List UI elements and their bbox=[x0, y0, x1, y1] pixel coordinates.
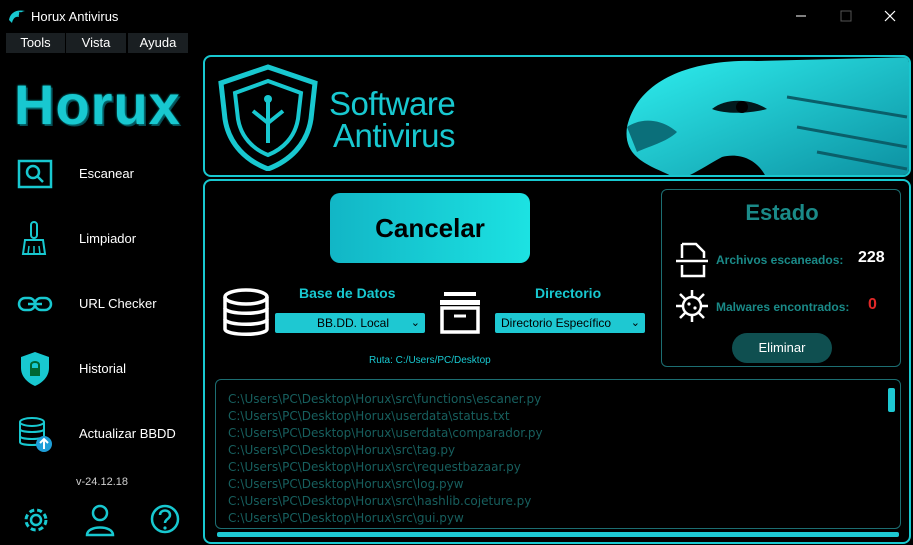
files-scanned-label: Archivos escaneados: bbox=[716, 253, 844, 267]
sidebar-item-url-checker[interactable]: URL Checker bbox=[0, 279, 198, 329]
virus-icon bbox=[676, 290, 708, 322]
scan-icon bbox=[17, 159, 53, 189]
link-icon bbox=[17, 296, 53, 312]
eagle-head-icon bbox=[626, 57, 909, 175]
sidebar: Horux Escanear Limpiador URL Checker His… bbox=[0, 54, 198, 545]
menu-vista[interactable]: Vista bbox=[66, 33, 126, 53]
help-icon[interactable] bbox=[148, 503, 182, 537]
log-line: C:\Users\PC\Desktop\Horux\src\gui.pyw bbox=[228, 511, 464, 525]
database-select[interactable]: BB.DD. Local ⌄ bbox=[275, 313, 425, 333]
directory-title: Directorio bbox=[535, 285, 602, 301]
chevron-down-icon: ⌄ bbox=[410, 317, 420, 329]
vertical-scrollbar[interactable] bbox=[888, 388, 895, 412]
scan-log[interactable]: C:\Users\PC\Desktop\Horux\src\functions\… bbox=[215, 379, 901, 529]
log-line: C:\Users\PC\Desktop\Horux\userdata\compa… bbox=[228, 426, 543, 440]
brand-logo: Horux bbox=[14, 73, 181, 136]
sidebar-item-label: Actualizar BBDD bbox=[79, 426, 176, 441]
title-bar: Horux Antivirus bbox=[0, 0, 913, 32]
status-box: Estado Archivos escaneados: 228 Malwares… bbox=[661, 189, 901, 367]
horizontal-scrollbar[interactable] bbox=[217, 532, 899, 537]
user-icon[interactable] bbox=[83, 503, 117, 537]
sidebar-item-historial[interactable]: Historial bbox=[0, 344, 198, 394]
sidebar-item-label: Escanear bbox=[79, 166, 134, 181]
header-banner: Software Antivirus bbox=[203, 55, 911, 177]
menu-tools[interactable]: Tools bbox=[6, 33, 65, 53]
database-update-icon bbox=[19, 417, 52, 452]
cancel-button[interactable]: Cancelar bbox=[330, 193, 530, 263]
status-title: Estado bbox=[745, 200, 819, 225]
log-line: C:\Users\PC\Desktop\Horux\src\hashlib.co… bbox=[228, 494, 532, 508]
log-line: C:\Users\PC\Desktop\Horux\src\tag.py bbox=[228, 443, 456, 457]
log-line: C:\Users\PC\Desktop\Horux\src\functions\… bbox=[228, 392, 542, 406]
shield-logo-icon bbox=[218, 64, 318, 171]
shield-lock-icon bbox=[21, 352, 49, 386]
maximize-icon[interactable] bbox=[836, 6, 856, 26]
delete-button[interactable]: Eliminar bbox=[732, 333, 832, 363]
malware-found-value: 0 bbox=[868, 296, 877, 313]
chevron-down-icon: ⌄ bbox=[630, 317, 640, 329]
banner-title-line2: Antivirus bbox=[333, 117, 456, 154]
database-title: Base de Datos bbox=[299, 285, 396, 301]
sidebar-item-label: URL Checker bbox=[79, 296, 157, 311]
log-line: C:\Users\PC\Desktop\Horux\src\requestbaz… bbox=[228, 460, 521, 474]
path-label: Ruta: C:/Users/PC/Desktop bbox=[369, 355, 491, 366]
broom-icon bbox=[21, 221, 47, 255]
directory-select-value: Directorio Específico bbox=[501, 316, 612, 330]
log-line: C:\Users\PC\Desktop\Horux\src\log.pyw bbox=[228, 477, 464, 491]
sidebar-item-limpiador[interactable]: Limpiador bbox=[0, 214, 198, 264]
archive-icon bbox=[440, 292, 480, 334]
eagle-logo-icon bbox=[9, 10, 25, 23]
menu-ayuda[interactable]: Ayuda bbox=[128, 33, 188, 53]
version-label: v-24.12.18 bbox=[76, 476, 128, 488]
sidebar-item-label: Historial bbox=[79, 361, 126, 376]
sidebar-item-actualizar-bbdd[interactable]: Actualizar BBDD bbox=[0, 409, 198, 459]
database-icon bbox=[223, 288, 269, 336]
malware-found-label: Malwares encontrados: bbox=[716, 300, 850, 314]
log-line: C:\Users\PC\Desktop\Horux\userdata\statu… bbox=[228, 409, 510, 423]
document-scan-icon bbox=[676, 242, 708, 278]
window-title: Horux Antivirus bbox=[31, 9, 119, 24]
scan-panel: Cancelar Base de Datos BB.DD. Local ⌄ Di… bbox=[203, 179, 911, 544]
sidebar-item-escanear[interactable]: Escanear bbox=[0, 149, 198, 199]
files-scanned-value: 228 bbox=[858, 249, 885, 266]
gear-icon[interactable] bbox=[19, 503, 53, 537]
close-icon[interactable] bbox=[880, 6, 900, 26]
directory-select[interactable]: Directorio Específico ⌄ bbox=[495, 313, 645, 333]
sidebar-item-label: Limpiador bbox=[79, 231, 137, 246]
minimize-icon[interactable] bbox=[791, 6, 811, 26]
database-select-value: BB.DD. Local bbox=[316, 316, 390, 330]
